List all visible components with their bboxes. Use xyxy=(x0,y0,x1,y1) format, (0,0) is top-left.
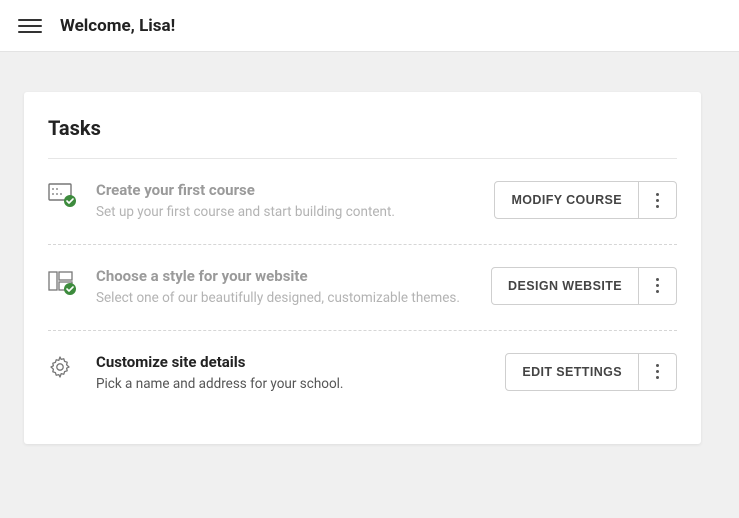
task-row: Create your first course Set up your fir… xyxy=(48,159,677,244)
modify-course-button[interactable]: MODIFY COURSE xyxy=(494,181,639,219)
task-actions: DESIGN WEBSITE xyxy=(491,267,677,305)
task-text: Customize site details Pick a name and a… xyxy=(96,353,487,394)
task-title: Create your first course xyxy=(96,181,476,199)
welcome-text: Welcome, Lisa! xyxy=(60,16,175,36)
more-vertical-icon xyxy=(656,278,659,293)
more-vertical-icon xyxy=(656,193,659,208)
task-actions: MODIFY COURSE xyxy=(494,181,677,219)
task-title: Customize site details xyxy=(96,353,487,371)
task-text: Create your first course Set up your fir… xyxy=(96,181,476,222)
more-button[interactable] xyxy=(639,267,677,305)
menu-icon[interactable] xyxy=(18,14,42,38)
more-button[interactable] xyxy=(639,353,677,391)
task-desc: Pick a name and address for your school. xyxy=(96,375,487,394)
task-row: Choose a style for your website Select o… xyxy=(48,245,677,330)
course-icon xyxy=(48,181,78,209)
task-row: Customize site details Pick a name and a… xyxy=(48,331,677,416)
more-vertical-icon xyxy=(656,364,659,379)
task-actions: EDIT SETTINGS xyxy=(505,353,677,391)
design-website-button[interactable]: DESIGN WEBSITE xyxy=(491,267,639,305)
task-desc: Set up your first course and start build… xyxy=(96,203,476,222)
more-button[interactable] xyxy=(639,181,677,219)
task-desc: Select one of our beautifully designed, … xyxy=(96,289,473,308)
edit-settings-button[interactable]: EDIT SETTINGS xyxy=(505,353,639,391)
tasks-card: Tasks Create your first course Set up yo… xyxy=(24,92,701,444)
style-icon xyxy=(48,267,78,297)
top-bar: Welcome, Lisa! xyxy=(0,0,739,52)
settings-icon xyxy=(48,353,78,379)
task-title: Choose a style for your website xyxy=(96,267,473,285)
task-text: Choose a style for your website Select o… xyxy=(96,267,473,308)
card-title: Tasks xyxy=(48,116,677,140)
